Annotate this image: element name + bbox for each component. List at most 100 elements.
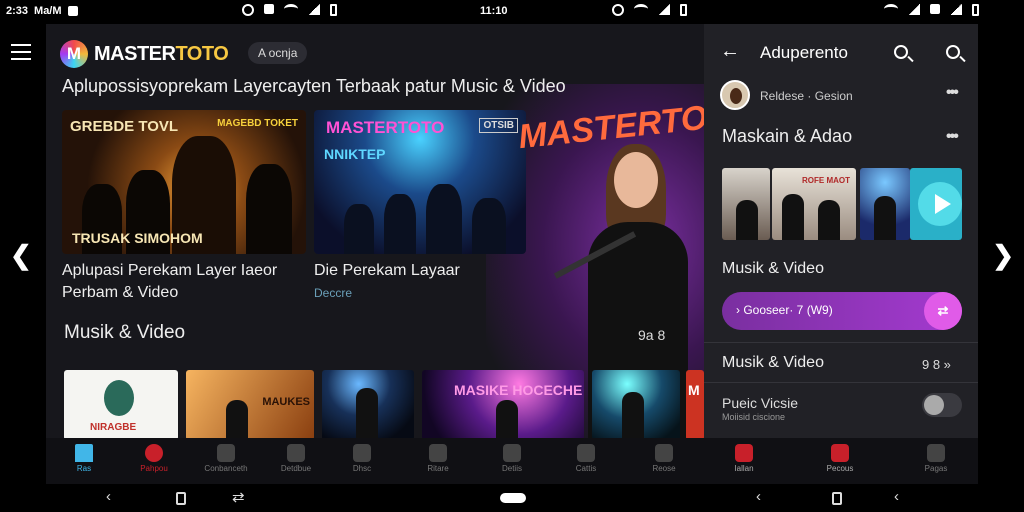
side-header: ← Aduperento	[704, 24, 978, 80]
nav-item-home[interactable]: Ras	[52, 442, 116, 473]
status-time-center: 11:10	[480, 5, 508, 17]
bottom-navigation: Ras Pahpou Conbanceth Detdbue Dhsc Ritar…	[46, 438, 978, 484]
play-icon[interactable]	[918, 182, 962, 226]
video-thumbnail[interactable]: ROFE MAOT	[772, 168, 856, 240]
nav-item-pecous[interactable]: Pecous	[808, 442, 872, 473]
back-icon[interactable]: ‹	[894, 488, 899, 505]
page-headline: Aplupossisyoprekam Layercayten Terbaak p…	[62, 76, 566, 96]
home-icon	[735, 444, 753, 462]
featured-caption[interactable]: Die Perekam Layaar	[314, 260, 526, 282]
search-chip[interactable]: A ocnja	[248, 42, 308, 64]
status-bar: 2:33 Ma/M 11:10	[0, 0, 1024, 24]
video-thumbnail[interactable]: MAUKES	[186, 370, 314, 438]
featured-title: MASTERTOTO	[326, 118, 445, 137]
thumb-label: NIRAGBE	[90, 422, 137, 433]
profile-row[interactable]: Reldese · Gesion •••	[718, 80, 964, 114]
video-thumbnail[interactable]: M	[686, 370, 704, 438]
featured-caption[interactable]: Aplupasi Perekam Layer Iaeor Perbam & Vi…	[62, 260, 302, 304]
nav-item-home-2[interactable]: Iallan	[712, 442, 776, 473]
battery-icon	[680, 4, 687, 16]
back-icon[interactable]: ‹	[106, 488, 111, 505]
mini-player[interactable]: › Gooseer· 7 (W9) ⇄	[722, 292, 962, 330]
status-time: 2:33	[6, 5, 29, 17]
featured-caption-sub: Deccre	[314, 286, 353, 300]
nav-item-disc[interactable]: Dhsc	[330, 442, 394, 473]
nav-item-rate[interactable]: Ritare	[406, 442, 470, 473]
video-thumbnail[interactable]	[860, 168, 910, 240]
nav-item-popular[interactable]: Pahpou	[122, 442, 186, 473]
back-icon[interactable]: ‹	[756, 488, 761, 505]
arrow-back-icon[interactable]: ←	[720, 40, 740, 63]
nav-item-profile[interactable]: Pagas	[904, 442, 968, 473]
featured-title: GREBDE TOVL	[70, 118, 179, 135]
switch-icon[interactable]: ⇄	[232, 488, 245, 506]
chevron-left-icon[interactable]: ❮	[10, 240, 32, 271]
brand-prefix: MASTER	[94, 42, 176, 65]
divider	[704, 382, 978, 383]
side-title: Aduperento	[760, 43, 848, 62]
screenshot-icon	[930, 4, 940, 14]
video-thumbnail[interactable]: MASIKE HOCECHE	[422, 370, 584, 438]
public-video-toggle[interactable]	[922, 393, 962, 417]
logo-mark-icon: M	[60, 40, 88, 68]
gear-icon	[287, 444, 305, 462]
featured-badge: OTSIB	[479, 118, 518, 133]
music-note-icon	[503, 444, 521, 462]
side-section-title: Musik & Video	[722, 354, 824, 371]
nav-item-connect[interactable]: Conbanceth	[194, 442, 258, 473]
app-logo[interactable]: M MASTERTOTO	[60, 40, 229, 68]
nav-item-detail[interactable]: Detdbue	[264, 442, 328, 473]
system-navigation-bar: ‹ ⇄ ‹ ‹	[0, 484, 1024, 512]
divider	[704, 342, 978, 343]
record-icon	[145, 444, 163, 462]
section-count[interactable]: 9a 8	[638, 327, 665, 343]
avatar[interactable]	[720, 80, 750, 110]
video-thumbnail[interactable]	[910, 168, 962, 240]
side-section-title: Musik & Video	[722, 260, 824, 277]
recents-icon[interactable]	[176, 492, 186, 505]
video-thumbnail[interactable]	[592, 370, 680, 438]
battery-icon	[972, 4, 979, 16]
side-section-title: Maskain & Adao	[722, 126, 853, 146]
shuffle-icon[interactable]: ⇄	[924, 292, 962, 330]
more-vert-icon[interactable]: •••	[946, 128, 959, 146]
status-carrier: Ma/M	[34, 5, 62, 17]
search-icon[interactable]	[946, 45, 960, 59]
compass-icon	[577, 444, 595, 462]
video-thumbnail[interactable]: NIRAGBE	[64, 370, 178, 438]
video-thumbnail[interactable]	[722, 168, 770, 240]
nav-item-details[interactable]: Detiis	[480, 442, 544, 473]
signal-icon	[950, 4, 962, 15]
grid-icon	[217, 444, 235, 462]
signal-icon	[308, 4, 320, 15]
side-panel: ← Aduperento Reldese · Gesion ••• Maskai…	[704, 24, 978, 438]
nav-item-cattis[interactable]: Cattis	[554, 442, 618, 473]
toggle-knob	[924, 395, 944, 415]
search-icon[interactable]	[894, 45, 908, 59]
video-thumbnail[interactable]	[322, 370, 414, 438]
signal-icon	[658, 4, 670, 15]
section-count[interactable]: 9 8 »	[922, 357, 951, 372]
featured-badge: MAGEBD TOKET	[217, 118, 298, 129]
menu-icon[interactable]	[11, 44, 31, 60]
thumb-label: MAUKES	[262, 396, 310, 408]
chevron-right-icon[interactable]: ❯	[992, 240, 1014, 271]
recents-icon[interactable]	[832, 492, 842, 505]
thumb-label: M	[688, 382, 700, 398]
more-vert-icon[interactable]: •••	[946, 84, 959, 102]
disc-icon	[353, 444, 371, 462]
wifi-icon	[884, 4, 898, 14]
toggle-sublabel: Moiisid ciscione	[722, 412, 786, 422]
home-pill[interactable]	[500, 493, 526, 503]
profile-name: Reldese · Gesion	[760, 89, 853, 103]
toggle-label: Pueic Vicsie	[722, 395, 799, 411]
section-title: Musik & Video	[64, 322, 186, 343]
thumb-label: MASIKE HOCECHE	[454, 382, 583, 398]
alarm-icon	[612, 4, 624, 16]
thumb-label: ROFE MAOT	[802, 176, 850, 185]
user-icon	[655, 444, 673, 462]
nav-item-reose[interactable]: Reose	[632, 442, 696, 473]
wifi-icon	[284, 4, 298, 14]
featured-card[interactable]: GREBDE TOVL MAGEBD TOKET TRUSAK SIMOHOM	[62, 110, 306, 254]
featured-card[interactable]: MASTERTOTO OTSIB NNIKTEP	[314, 110, 526, 254]
